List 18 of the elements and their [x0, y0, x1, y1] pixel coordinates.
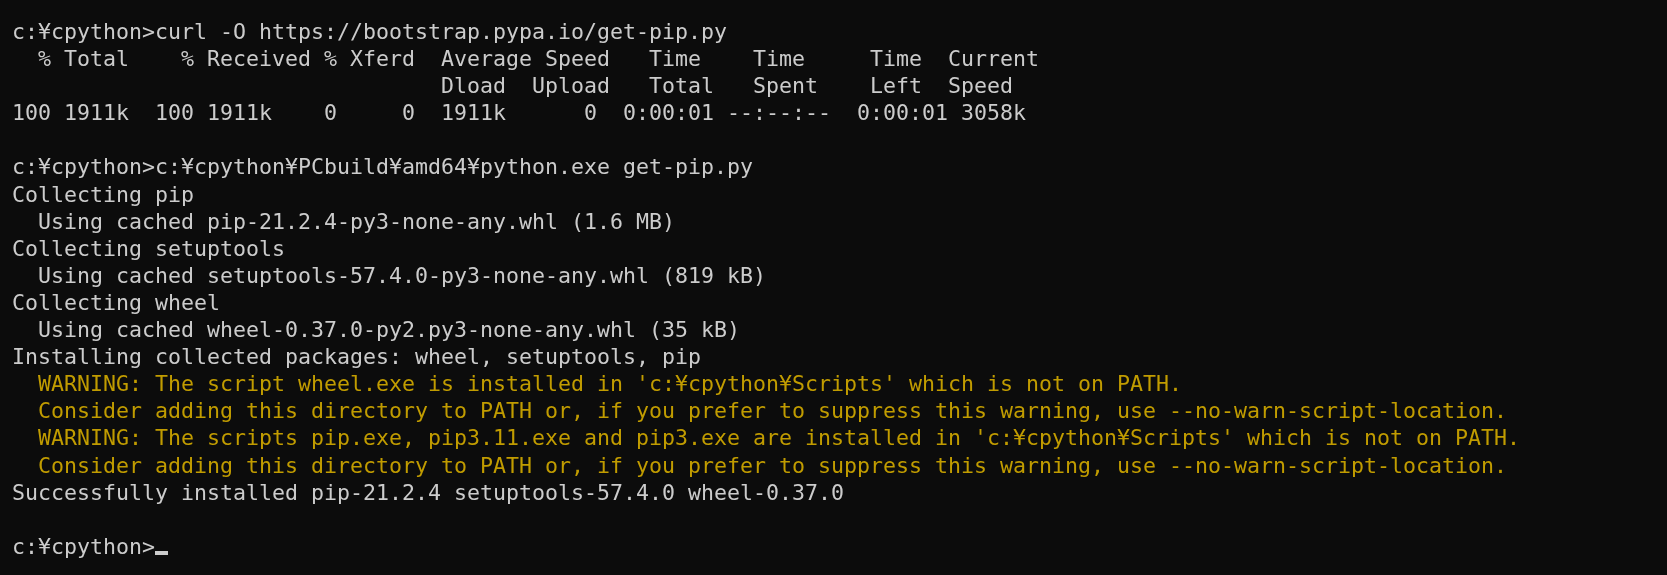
output-line: Using cached pip-21.2.4-py3-none-any.whl (1.6 MB)	[37, 207, 676, 235]
output-line: 100 1911k 100 1911k 0 0 1911k 0 0:00:01 --:--:-- 0:00:01 3058k	[12, 99, 1027, 127]
warning-line: WARNING: The script wheel.exe is installed in 'c:¥cpython¥Scripts' which is not on PATH.	[37, 370, 1183, 398]
command-prompt: c:¥cpython>	[12, 532, 155, 560]
output-line: Using cached wheel-0.37.0-py2.py3-none-any.whl (35 kB)	[37, 316, 741, 344]
output-line: Dload Upload Total Spent Left Speed	[440, 72, 1014, 100]
warning-line: Consider adding this directory to PATH or, if you prefer to suppress this warning, use --no-warn-script-location.	[37, 451, 1508, 479]
output-line: c:¥cpython>c:¥cpython¥PCbuild¥amd64¥python.exe get-pip.py	[12, 153, 754, 181]
output-line: Collecting pip	[12, 180, 194, 208]
warning-line: Consider adding this directory to PATH or, if you prefer to suppress this warning, use --no-warn-script-location.	[37, 397, 1508, 425]
output-line: Installing collected packages: wheel, setuptools, pip	[12, 343, 702, 371]
warning-line: WARNING: The scripts pip.exe, pip3.11.exe and pip3.exe are installed in 'c:¥cpython¥Scripts' which is not on PATH.	[37, 424, 1521, 452]
output-line: c:¥cpython>curl -O https://bootstrap.pypa.io/get-pip.py	[12, 18, 728, 46]
output-line: Collecting wheel	[12, 288, 220, 317]
output-line: Using cached setuptools-57.4.0-py3-none-any.whl (819 kB)	[37, 261, 767, 289]
output-line: Successfully installed pip-21.2.4 setuptools-57.4.0 wheel-0.37.0	[12, 478, 845, 506]
output-line: % Total % Received % Xferd Average Speed Time Time Time Current	[37, 45, 1040, 73]
output-line: Collecting setuptools	[12, 234, 285, 262]
